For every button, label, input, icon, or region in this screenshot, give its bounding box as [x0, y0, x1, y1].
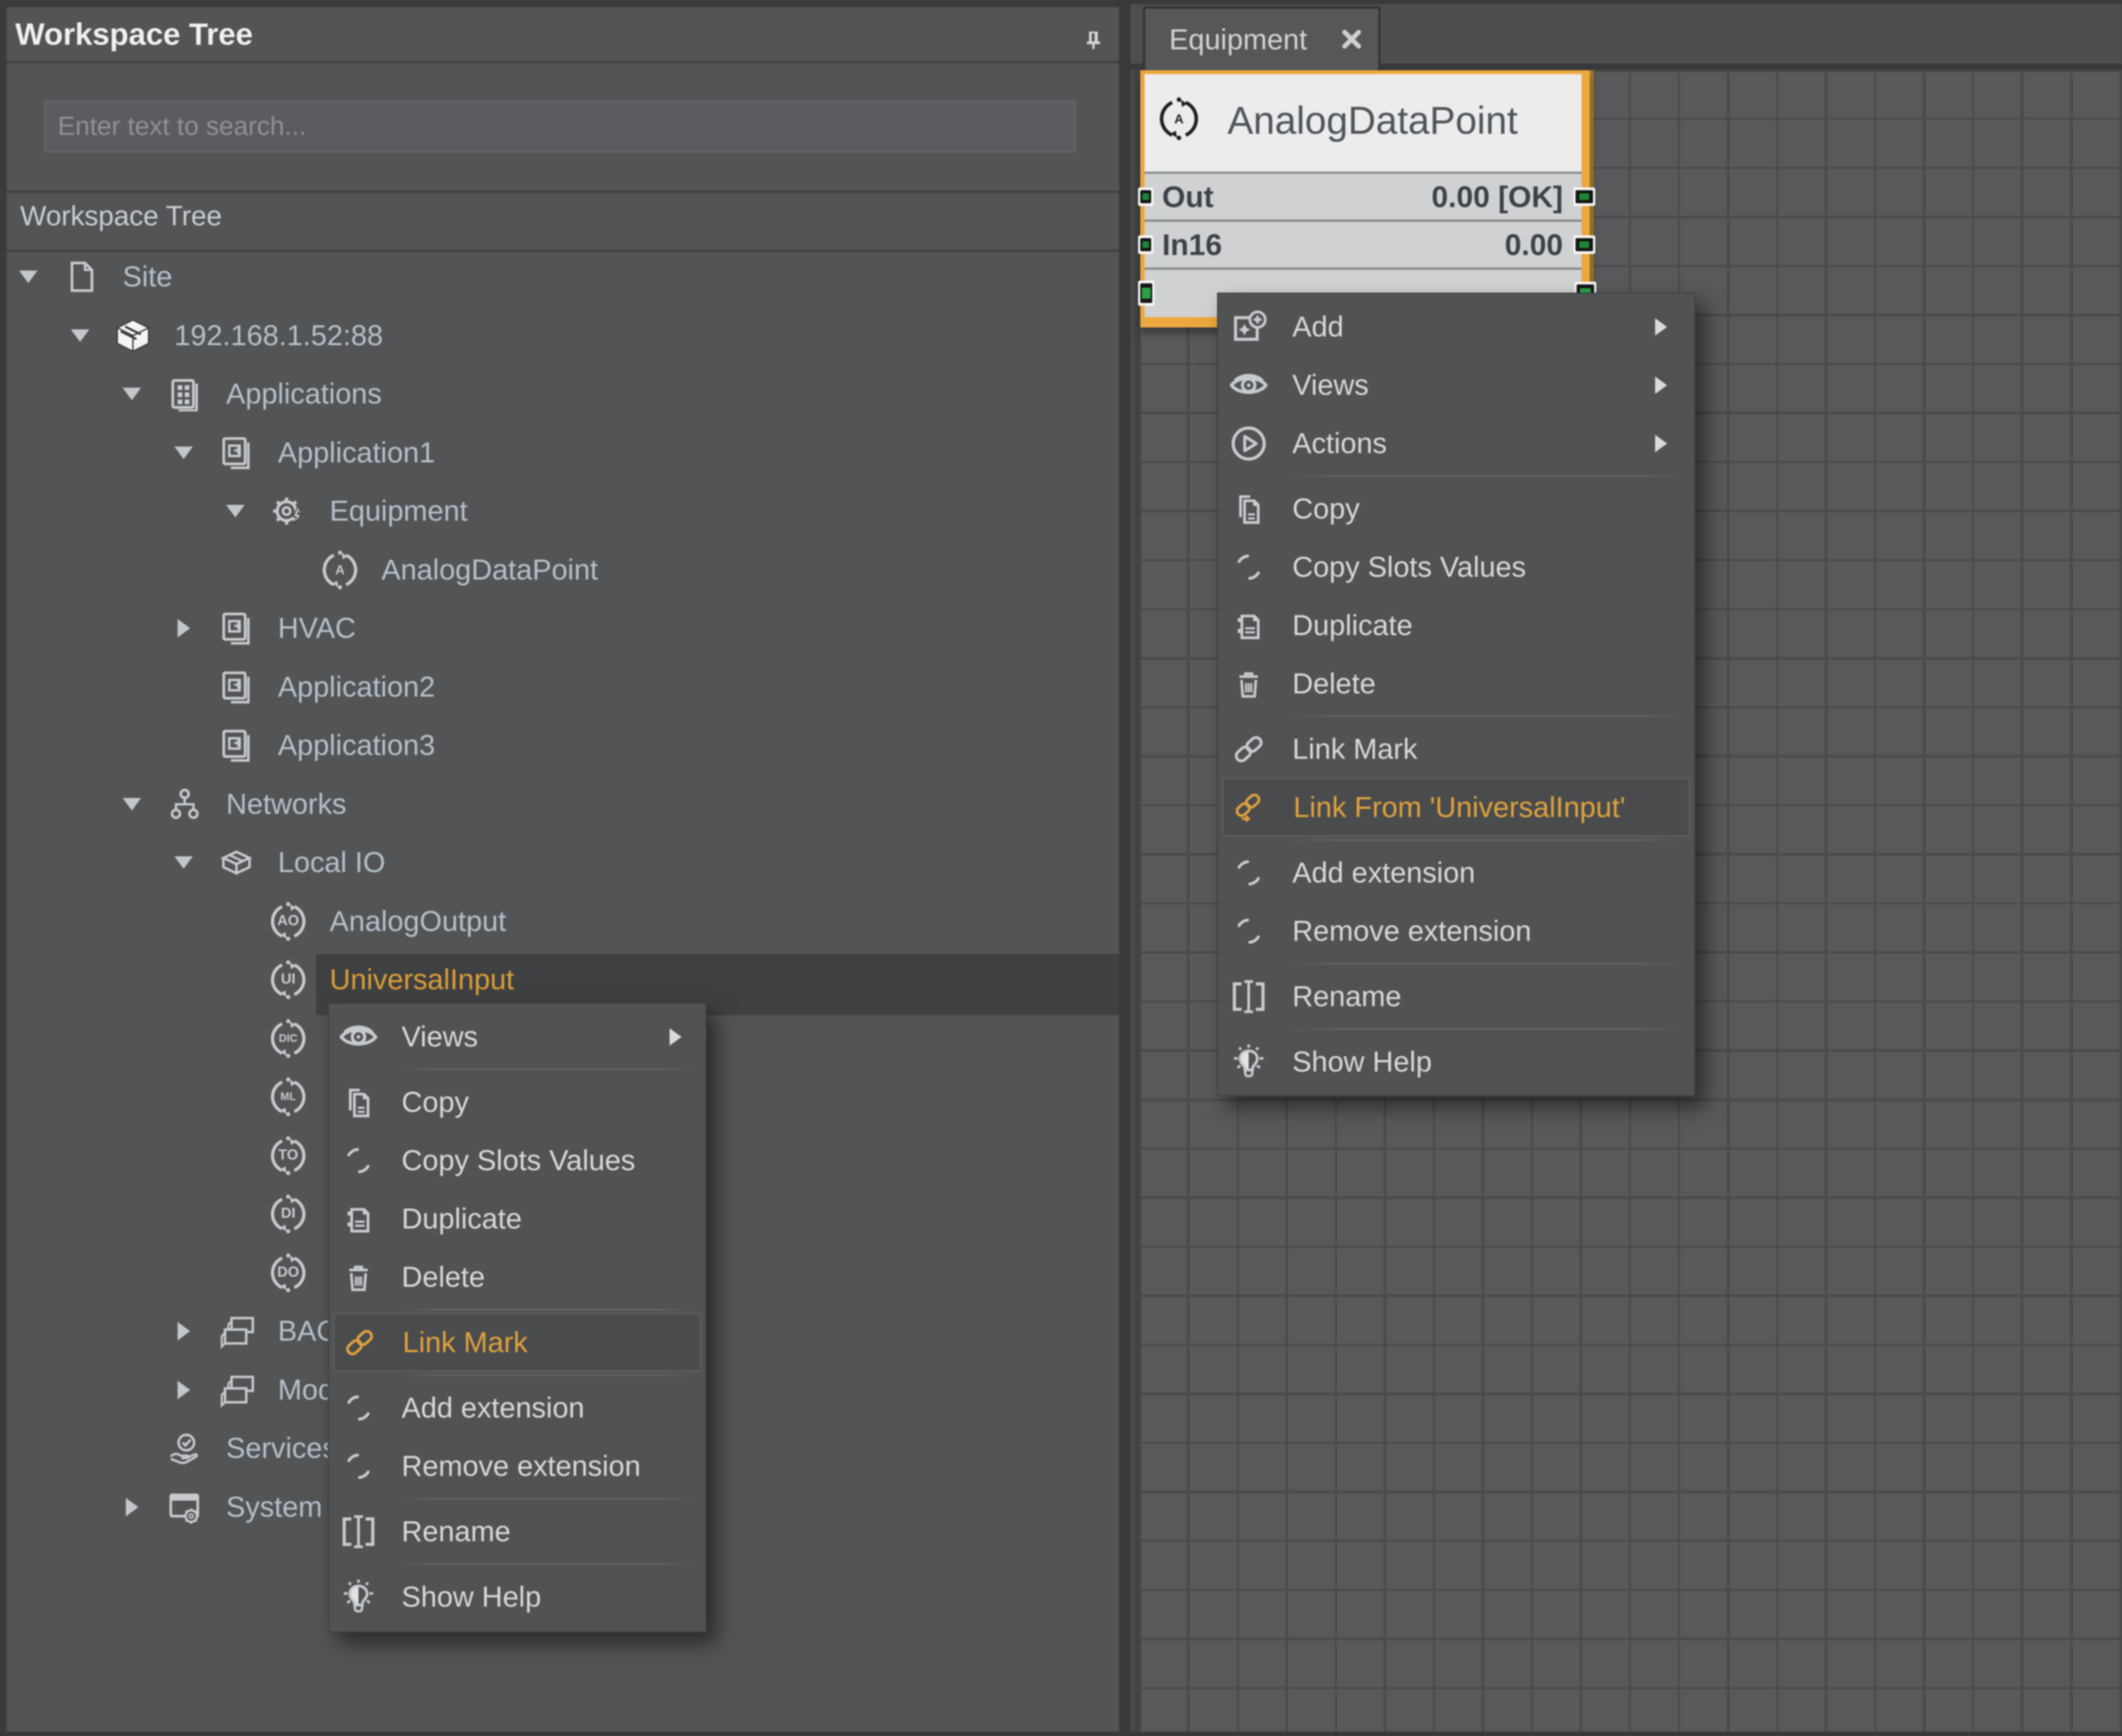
svg-text:ML: ML: [281, 1091, 296, 1103]
svg-text:DI: DI: [281, 1205, 296, 1221]
svg-text:A: A: [1174, 112, 1183, 127]
svg-text:DO: DO: [277, 1264, 299, 1280]
svg-text:DIC: DIC: [279, 1033, 297, 1045]
svg-text:TO: TO: [278, 1146, 299, 1163]
svg-text:A: A: [335, 563, 344, 578]
svg-text:UI: UI: [281, 970, 296, 987]
svg-text:AO: AO: [277, 912, 299, 928]
